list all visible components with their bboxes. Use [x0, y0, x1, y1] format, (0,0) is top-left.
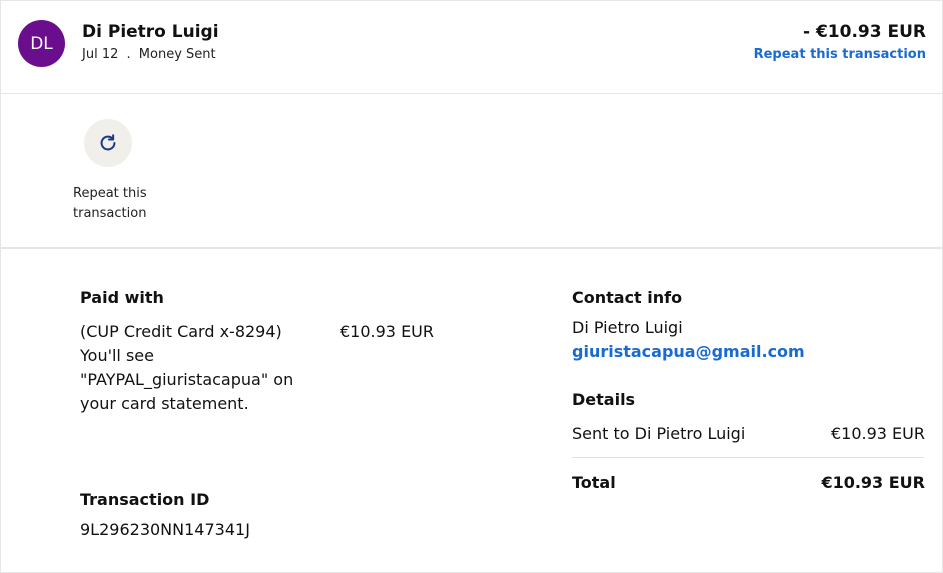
- sent-to-label: Sent to Di Pietro Luigi: [572, 424, 746, 443]
- divider: [1, 93, 942, 94]
- payment-method: (CUP Credit Card x-8294) You'll see "PAY…: [80, 320, 295, 416]
- paid-with-heading: Paid with: [80, 288, 164, 307]
- meta-separator: .: [126, 47, 131, 62]
- transaction-id-heading: Transaction ID: [80, 490, 210, 509]
- transaction-amount: - €10.93 EUR: [802, 22, 926, 42]
- contact-email-link[interactable]: giuristacapua@gmail.com: [572, 340, 805, 364]
- transaction-id: 9L296230NN147341J: [80, 520, 250, 539]
- repeat-transaction-link[interactable]: Repeat this transaction: [754, 47, 926, 62]
- refresh-icon: [100, 134, 116, 151]
- statement-note: You'll see "PAYPAL_giuristacapua" on you…: [80, 346, 294, 413]
- contact-name: Di Pietro Luigi: [572, 318, 683, 337]
- contact-info-heading: Contact info: [572, 288, 683, 307]
- card-name: (CUP Credit Card x-8294): [80, 322, 282, 341]
- avatar-initials: DL: [30, 33, 53, 54]
- recipient-name: Di Pietro Luigi: [82, 22, 219, 42]
- transaction-detail-panel: [0, 0, 943, 573]
- paid-amount: €10.93 EUR: [340, 322, 435, 341]
- divider: [572, 457, 924, 458]
- transaction-date: Jul 12: [82, 47, 119, 62]
- avatar: DL: [18, 20, 65, 67]
- transaction-type: Money Sent: [138, 47, 216, 62]
- sent-amount: €10.93 EUR: [830, 424, 925, 443]
- total-amount: €10.93 EUR: [821, 473, 925, 492]
- repeat-transaction-button[interactable]: [84, 119, 132, 167]
- divider: [1, 247, 942, 249]
- details-heading: Details: [572, 390, 636, 409]
- total-label: Total: [572, 473, 616, 492]
- repeat-transaction-label: Repeat this transaction: [73, 186, 147, 221]
- transaction-meta: Jul 12 . Money Sent: [82, 47, 216, 62]
